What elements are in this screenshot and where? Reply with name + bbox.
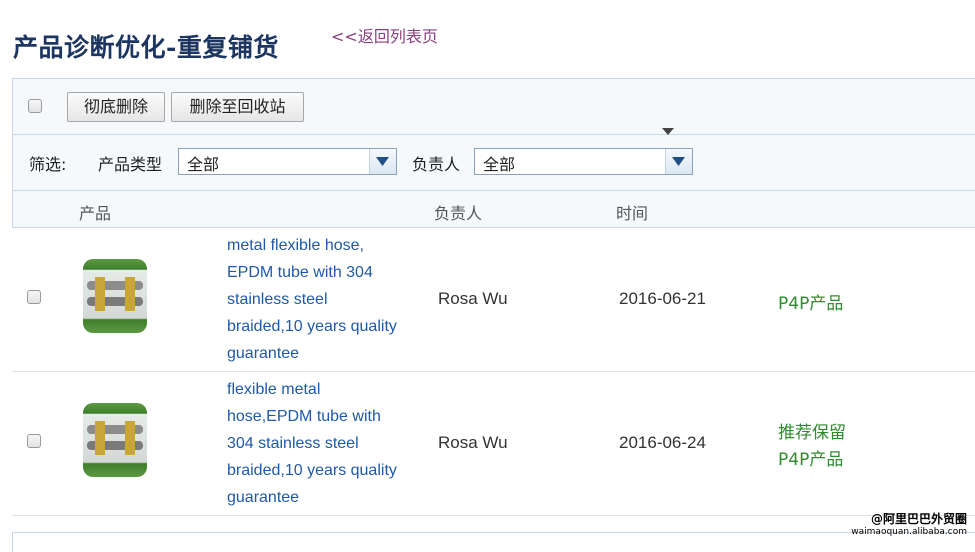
column-header-owner: 负责人 [434, 204, 483, 223]
chevron-down-icon[interactable] [369, 149, 396, 174]
owner-cell: Rosa Wu [438, 289, 508, 308]
column-header-product: 产品 [79, 204, 112, 223]
control-panel: 彻底删除 删除至回收站 筛选: 产品类型 全部 负责人 全部 产品 负责人 时间 [12, 78, 975, 228]
move-to-recycle-bin-button[interactable]: 删除至回收站 [171, 92, 304, 122]
delete-permanently-button[interactable]: 彻底删除 [67, 92, 165, 122]
owner-select[interactable]: 全部 [474, 148, 693, 175]
page-title: 产品诊断优化-重复铺货 [13, 33, 279, 62]
date-cell: 2016-06-24 [619, 433, 706, 452]
owner-filter-label: 负责人 [412, 155, 461, 174]
owner-cell: Rosa Wu [438, 433, 508, 452]
column-header-time[interactable]: 时间 [616, 200, 648, 224]
watermark: @阿里巴巴外贸圈 waimaoquan.alibaba.com [851, 513, 967, 539]
select-all-checkbox[interactable] [28, 99, 42, 113]
row-checkbox[interactable] [27, 434, 41, 448]
watermark-line1: @阿里巴巴外贸圈 [870, 512, 967, 526]
owner-value: 全部 [483, 155, 516, 174]
caret-down-icon[interactable] [662, 128, 674, 135]
back-to-list-link[interactable]: <<返回列表页 [331, 23, 438, 47]
product-type-select[interactable]: 全部 [178, 148, 397, 175]
table-row: flexible metal hose,EPDM tube with 304 s… [12, 372, 975, 516]
product-title-link[interactable]: flexible metal hose,EPDM tube with 304 s… [227, 376, 427, 511]
table-row: metal flexible hose, EPDM tube with 304 … [12, 228, 975, 372]
hose-product-thumbnail[interactable] [83, 259, 147, 333]
watermark-line2: waimaoquan.alibaba.com [851, 527, 967, 537]
filter-row: 筛选: 产品类型 全部 负责人 全部 [13, 135, 975, 191]
product-type-value: 全部 [187, 155, 220, 174]
toolbar: 彻底删除 删除至回收站 [13, 79, 975, 135]
row-checkbox[interactable] [27, 290, 41, 304]
p4p-tag: P4P产品 [778, 450, 844, 470]
p4p-tag: P4P产品 [778, 294, 844, 314]
chevron-down-icon[interactable] [665, 149, 692, 174]
bottom-panel [12, 532, 975, 552]
product-type-label: 产品类型 [98, 155, 163, 174]
date-cell: 2016-06-21 [619, 289, 706, 308]
product-title-link[interactable]: metal flexible hose, EPDM tube with 304 … [227, 232, 427, 367]
filter-label: 筛选: [29, 155, 67, 174]
recommend-keep-tag: 推荐保留 [778, 423, 846, 443]
hose-product-thumbnail[interactable] [83, 403, 147, 477]
